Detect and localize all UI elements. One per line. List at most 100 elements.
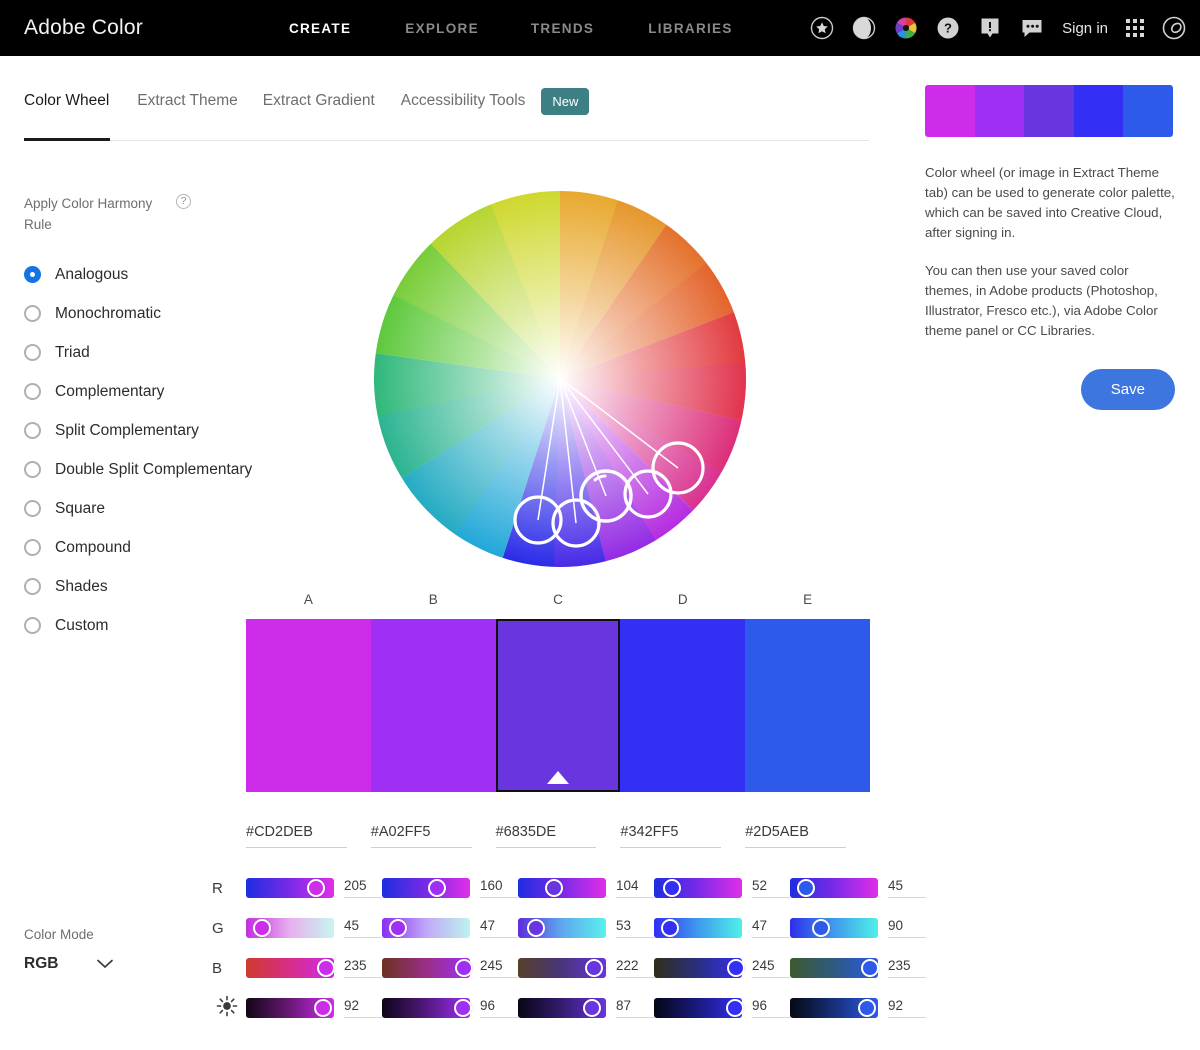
nav-item-create[interactable]: CREATE (289, 21, 351, 36)
slider-thumb[interactable] (307, 879, 326, 897)
slider-thumb[interactable] (662, 879, 681, 897)
swatch-b[interactable] (370, 619, 496, 792)
slider-value-b-c[interactable]: 222 (616, 958, 654, 978)
slider-thumb[interactable] (582, 999, 601, 1017)
slider-thumb[interactable] (314, 999, 333, 1017)
slider-r-e[interactable] (790, 878, 878, 898)
slider-thumb[interactable] (660, 919, 679, 937)
slider-value-b-b[interactable]: 245 (480, 958, 518, 978)
hex-input-e[interactable]: #2D5AEB (745, 824, 846, 848)
nav-item-libraries[interactable]: LIBRARIES (648, 21, 732, 36)
swatch-a[interactable] (246, 619, 371, 792)
harmony-rule-analogous[interactable]: Analogous (24, 255, 274, 294)
sign-in-link[interactable]: Sign in (1062, 20, 1108, 37)
slider-value-brightness-e[interactable]: 92 (888, 998, 926, 1018)
slider-value-g-c[interactable]: 53 (616, 918, 654, 938)
slider-value-r-d[interactable]: 52 (752, 878, 790, 898)
slider-g-e[interactable] (790, 918, 878, 938)
slider-thumb[interactable] (725, 999, 744, 1017)
nav-item-explore[interactable]: EXPLORE (405, 21, 479, 36)
slider-thumb[interactable] (584, 959, 603, 977)
slider-value-g-b[interactable]: 47 (480, 918, 518, 938)
swatch-e[interactable] (745, 619, 870, 792)
slider-thumb[interactable] (428, 879, 447, 897)
slider-value-b-d[interactable]: 245 (752, 958, 790, 978)
slider-value-brightness-c[interactable]: 87 (616, 998, 654, 1018)
slider-thumb[interactable] (858, 999, 877, 1017)
slider-brightness-d[interactable] (654, 998, 744, 1018)
color-mode-value[interactable]: RGB (24, 955, 58, 973)
harmony-rule-shades[interactable]: Shades (24, 567, 274, 606)
creative-cloud-icon[interactable] (1162, 16, 1186, 40)
harmony-rule-square[interactable]: Square (24, 489, 274, 528)
hex-input-a[interactable]: #CD2DEB (246, 824, 347, 848)
feedback-icon[interactable] (978, 16, 1002, 40)
tab-extract-gradient[interactable]: Extract Gradient (263, 92, 375, 124)
hex-input-c[interactable]: #6835DE (495, 824, 597, 848)
slider-value-b-e[interactable]: 235 (888, 958, 926, 978)
color-wheel-svg[interactable] (373, 190, 747, 568)
slider-value-brightness-a[interactable]: 92 (344, 998, 382, 1018)
harmony-rule-double-split-complementary[interactable]: Double Split Complementary (24, 450, 274, 489)
slider-thumb[interactable] (545, 879, 564, 897)
app-grid-icon[interactable] (1126, 19, 1144, 37)
slider-brightness-c[interactable] (518, 998, 606, 1018)
save-button[interactable]: Save (1080, 369, 1175, 410)
slider-g-a[interactable] (246, 918, 334, 938)
slider-value-r-b[interactable]: 160 (480, 878, 518, 898)
tab-accessibility-tools[interactable]: Accessibility Tools (401, 92, 526, 124)
slider-r-a[interactable] (246, 878, 334, 898)
tab-extract-theme[interactable]: Extract Theme (137, 92, 238, 124)
new-badge[interactable]: New (541, 88, 590, 115)
slider-thumb[interactable] (252, 919, 271, 937)
chat-icon[interactable] (1020, 16, 1044, 40)
swatch-c-selected[interactable] (495, 619, 621, 792)
slider-b-e[interactable] (790, 958, 880, 978)
contrast-icon[interactable] (852, 16, 876, 40)
brand-logo[interactable]: Adobe Color (24, 16, 143, 40)
slider-value-g-d[interactable]: 47 (752, 918, 790, 938)
harmony-rule-complementary[interactable]: Complementary (24, 372, 274, 411)
slider-r-c[interactable] (518, 878, 606, 898)
slider-value-r-c[interactable]: 104 (616, 878, 654, 898)
slider-thumb[interactable] (796, 879, 815, 897)
slider-value-r-e[interactable]: 45 (888, 878, 926, 898)
nav-item-trends[interactable]: TRENDS (531, 21, 594, 36)
slider-g-c[interactable] (518, 918, 606, 938)
help-circle-icon[interactable]: ? (936, 16, 960, 40)
harmony-rule-compound[interactable]: Compound (24, 528, 274, 567)
slider-value-brightness-b[interactable]: 96 (480, 998, 518, 1018)
harmony-rule-triad[interactable]: Triad (24, 333, 274, 372)
slider-thumb[interactable] (726, 959, 745, 977)
color-wheel-canvas[interactable] (373, 190, 747, 568)
slider-brightness-b[interactable] (382, 998, 472, 1018)
slider-thumb[interactable] (388, 919, 407, 937)
slider-brightness-e[interactable] (790, 998, 878, 1018)
hex-input-b[interactable]: #A02FF5 (370, 824, 472, 848)
slider-brightness-a[interactable] (246, 998, 334, 1018)
slider-thumb[interactable] (526, 919, 545, 937)
slider-b-d[interactable] (654, 958, 745, 978)
harmony-rule-split-complementary[interactable]: Split Complementary (24, 411, 274, 450)
slider-value-r-a[interactable]: 205 (344, 878, 382, 898)
slider-b-c[interactable] (518, 958, 606, 978)
slider-value-g-e[interactable]: 90 (888, 918, 926, 938)
slider-value-g-a[interactable]: 45 (344, 918, 382, 938)
slider-g-b[interactable] (382, 918, 470, 938)
slider-thumb[interactable] (811, 919, 830, 937)
tab-color-wheel[interactable]: Color Wheel (24, 92, 109, 124)
slider-thumb[interactable] (317, 959, 336, 977)
harmony-rule-monochromatic[interactable]: Monochromatic (24, 294, 274, 333)
slider-b-a[interactable] (246, 958, 336, 978)
slider-r-d[interactable] (654, 878, 742, 898)
color-wheel-icon[interactable] (894, 16, 918, 40)
slider-r-b[interactable] (382, 878, 470, 898)
chevron-down-icon[interactable] (96, 958, 114, 970)
slider-value-b-a[interactable]: 235 (344, 958, 382, 978)
slider-g-d[interactable] (654, 918, 742, 938)
harmony-help-icon[interactable]: ? (176, 194, 191, 209)
harmony-rule-custom[interactable]: Custom (24, 606, 274, 645)
star-circle-icon[interactable] (810, 16, 834, 40)
slider-value-brightness-d[interactable]: 96 (752, 998, 790, 1018)
slider-thumb[interactable] (454, 959, 473, 977)
